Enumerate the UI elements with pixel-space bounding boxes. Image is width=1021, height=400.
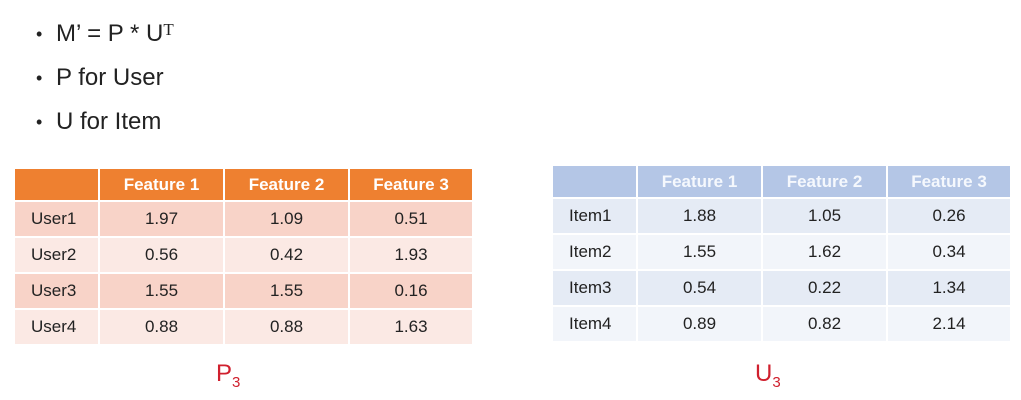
column-header: Feature 2 bbox=[763, 166, 886, 197]
table-cell: 1.62 bbox=[763, 235, 886, 269]
bullet-list: • M’ = P * UT • P for User • U for Item bbox=[36, 12, 174, 144]
table-cell: 0.22 bbox=[763, 271, 886, 305]
column-header bbox=[553, 166, 636, 197]
table-cell: 0.88 bbox=[100, 310, 223, 344]
table-cell: 0.16 bbox=[350, 274, 472, 308]
row-label: Item4 bbox=[553, 307, 636, 341]
table-cell: 1.55 bbox=[100, 274, 223, 308]
bullet-formula: • M’ = P * UT bbox=[36, 12, 174, 56]
table-row: Item4 0.89 0.82 2.14 bbox=[553, 307, 1010, 341]
table-cell: 0.89 bbox=[638, 307, 761, 341]
bullet-u: • U for Item bbox=[36, 100, 174, 144]
table-cell: 1.88 bbox=[638, 199, 761, 233]
caption-subscript: 3 bbox=[772, 373, 781, 391]
row-label: User1 bbox=[15, 202, 98, 236]
table-cell: 0.56 bbox=[100, 238, 223, 272]
row-label: User2 bbox=[15, 238, 98, 272]
table-row: Item3 0.54 0.22 1.34 bbox=[553, 271, 1010, 305]
table-cell: 0.26 bbox=[888, 199, 1010, 233]
table-cell: 1.93 bbox=[350, 238, 472, 272]
bullet-text: M’ = P * U bbox=[56, 20, 164, 47]
u-caption: U3 bbox=[755, 360, 781, 391]
table-cell: 0.34 bbox=[888, 235, 1010, 269]
caption-text: P bbox=[216, 360, 233, 387]
superscript: T bbox=[163, 20, 174, 39]
header-row: Feature 1 Feature 2 Feature 3 bbox=[553, 166, 1010, 197]
p-caption: P3 bbox=[216, 360, 240, 391]
table-row: User2 0.56 0.42 1.93 bbox=[15, 238, 472, 272]
table-row: Item1 1.88 1.05 0.26 bbox=[553, 199, 1010, 233]
row-label: Item1 bbox=[553, 199, 636, 233]
table-cell: 0.82 bbox=[763, 307, 886, 341]
caption-text: U bbox=[755, 360, 773, 387]
table-row: User3 1.55 1.55 0.16 bbox=[15, 274, 472, 308]
header-row: Feature 1 Feature 2 Feature 3 bbox=[15, 169, 472, 200]
row-label: Item3 bbox=[553, 271, 636, 305]
table-cell: 1.09 bbox=[225, 202, 348, 236]
bullet-text: P for User bbox=[56, 64, 164, 91]
u-matrix-table: Feature 1 Feature 2 Feature 3 Item1 1.88 1.05… bbox=[551, 164, 1012, 343]
table-row: User1 1.97 1.09 0.51 bbox=[15, 202, 472, 236]
caption-subscript: 3 bbox=[232, 373, 241, 391]
table-cell: 1.55 bbox=[638, 235, 761, 269]
column-header bbox=[15, 169, 98, 200]
table-cell: 0.51 bbox=[350, 202, 472, 236]
bullet-p: • P for User bbox=[36, 56, 174, 100]
table-cell: 1.97 bbox=[100, 202, 223, 236]
column-header: Feature 3 bbox=[350, 169, 472, 200]
table-cell: 0.42 bbox=[225, 238, 348, 272]
table-row: User4 0.88 0.88 1.63 bbox=[15, 310, 472, 344]
table-cell: 0.54 bbox=[638, 271, 761, 305]
row-label: User4 bbox=[15, 310, 98, 344]
column-header: Feature 2 bbox=[225, 169, 348, 200]
table-cell: 1.34 bbox=[888, 271, 1010, 305]
p-matrix-table: Feature 1 Feature 2 Feature 3 User1 1.97 1.09… bbox=[13, 167, 474, 346]
bullet-text: U for Item bbox=[56, 108, 162, 135]
column-header: Feature 1 bbox=[638, 166, 761, 197]
table-cell: 2.14 bbox=[888, 307, 1010, 341]
row-label: Item2 bbox=[553, 235, 636, 269]
column-header: Feature 3 bbox=[888, 166, 1010, 197]
row-label: User3 bbox=[15, 274, 98, 308]
table-cell: 1.05 bbox=[763, 199, 886, 233]
table-cell: 1.55 bbox=[225, 274, 348, 308]
table-row: Item2 1.55 1.62 0.34 bbox=[553, 235, 1010, 269]
table-cell: 0.88 bbox=[225, 310, 348, 344]
table-cell: 1.63 bbox=[350, 310, 472, 344]
column-header: Feature 1 bbox=[100, 169, 223, 200]
